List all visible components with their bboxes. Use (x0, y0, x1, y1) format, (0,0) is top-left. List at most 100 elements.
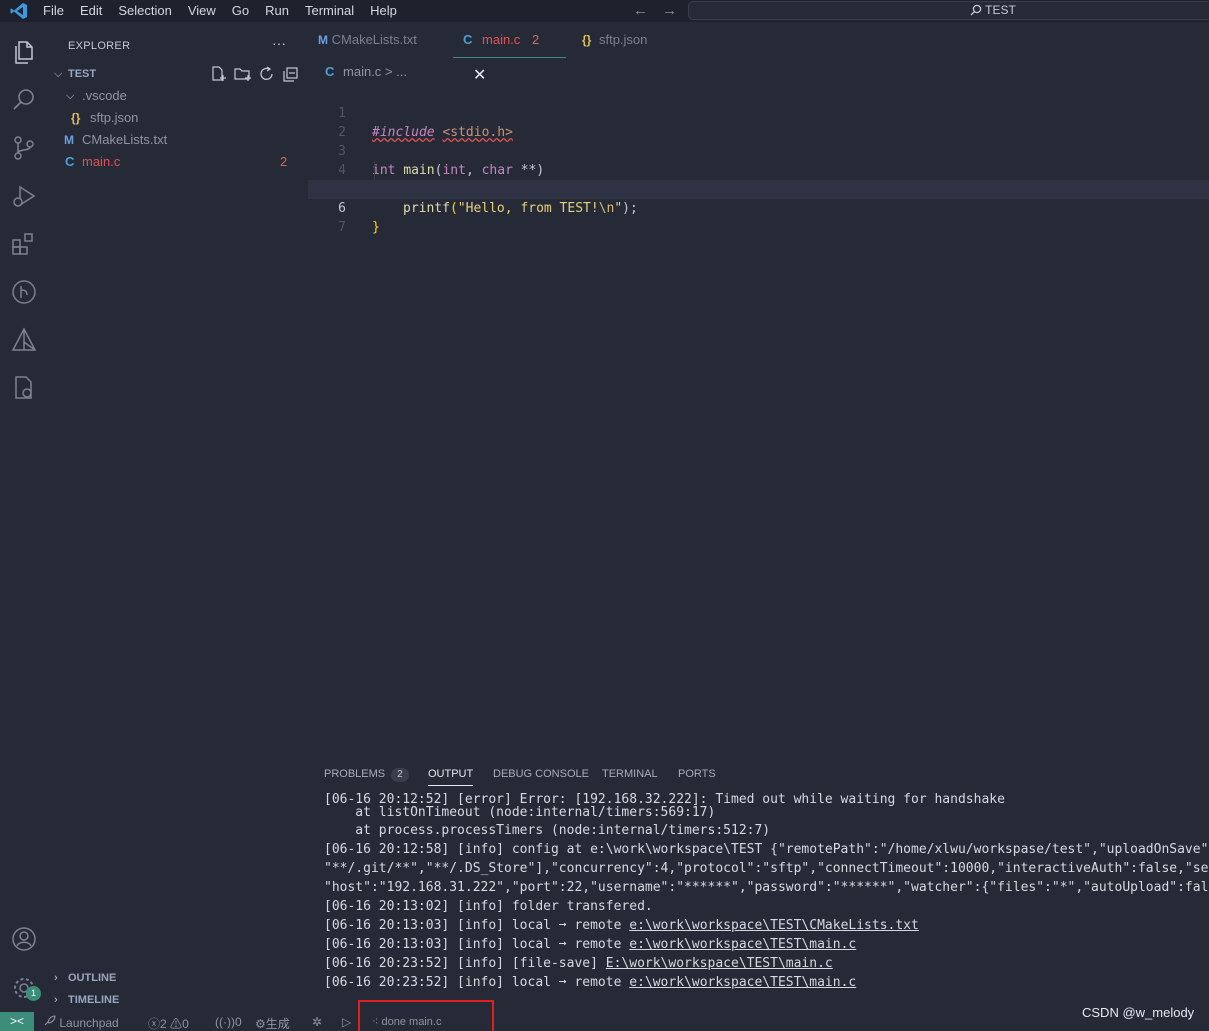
code-line: 3 int main(int, char **) (308, 123, 1209, 178)
output-text: [06-16 20:13:02] [info] folder transfere… (324, 899, 653, 914)
output-text: at listOnTimeout (node:internal/timers:5… (324, 805, 716, 820)
tab-label: sftp.json (598, 32, 648, 47)
c-file-icon: C (65, 154, 75, 169)
menu-help[interactable]: Help (370, 3, 397, 18)
navigation-arrows: ← → (633, 2, 687, 19)
output-line: [06-16 20:23:52] [info] [file-save] E:\w… (324, 954, 833, 973)
collapse-all-icon[interactable] (282, 66, 300, 82)
output-text: [06-16 20:13:03] [info] local ➞ remote (324, 937, 630, 952)
tree-item-vscode-folder[interactable]: ⌵ .vscode (48, 85, 308, 107)
tree-item-label: CMakeLists.txt (82, 132, 168, 147)
code-line: 4 { (308, 142, 1209, 197)
code-line: 2 (308, 104, 1209, 140)
tab-output[interactable]: OUTPUT (428, 768, 474, 786)
output-line: [06-16 20:12:58] [info] config at e:\wor… (324, 840, 1209, 859)
code-line: 7 (308, 199, 1209, 235)
output-line: at listOnTimeout (node:internal/timers:5… (324, 803, 715, 822)
line-number: 7 (338, 220, 346, 235)
tab-ports[interactable]: PORTS (678, 768, 716, 780)
tab-cmakelists[interactable]: M CMakeLists.txt (308, 22, 444, 58)
error-circle-icon: ⓧ (148, 1017, 161, 1031)
output-text: "**/.git/**","**/.DS_Store"],"concurrenc… (324, 861, 1209, 876)
menu-edit[interactable]: Edit (80, 3, 102, 18)
problems-count-badge: 2 (391, 768, 409, 782)
tab-problem-badge: 2 (531, 32, 540, 47)
explorer-sidebar: EXPLORER ··· ⌵ TEST ⌵ .vscode {} sftp.js… (48, 22, 308, 1012)
tab-debug-console[interactable]: DEBUG CONSOLE (493, 768, 589, 780)
rocket-icon (44, 1015, 56, 1026)
explorer-files-icon[interactable] (10, 38, 38, 66)
menu-view[interactable]: View (188, 3, 216, 18)
json-file-icon: {} (71, 111, 81, 125)
chevron-right-icon: › (54, 994, 58, 1006)
workspace-root-label: TEST (68, 68, 97, 80)
breadcrumb-file[interactable]: main.c (343, 64, 381, 79)
menu-go[interactable]: Go (232, 3, 249, 18)
tab-main-c[interactable]: C main.c 2 ✕ (453, 22, 566, 84)
tree-item-cmakelists[interactable]: M CMakeLists.txt (48, 129, 308, 151)
broadcast-icon: ((·)) (215, 1015, 235, 1029)
tree-item-label: .vscode (82, 88, 127, 103)
debug-icon[interactable]: ✲ (312, 1015, 322, 1029)
search-icon (970, 4, 982, 16)
code-line: 5 printf("Hello, from TEST!\n"); (308, 161, 1209, 216)
remote-indicator-icon[interactable]: >< (0, 1012, 34, 1031)
tree-item-label: sftp.json (90, 110, 139, 125)
git-graph-icon[interactable] (10, 278, 38, 306)
cmake-icon[interactable] (10, 326, 38, 354)
output-file-link[interactable]: E:\work\workspace\TEST\main.c (606, 956, 833, 971)
gear-icon: ⚙ (255, 1017, 266, 1031)
tree-item-sftp-json[interactable]: {} sftp.json (48, 107, 308, 129)
close-icon[interactable]: ✕ (473, 67, 486, 84)
menu-terminal[interactable]: Terminal (305, 3, 354, 18)
tab-problems[interactable]: PROBLEMS 2 (324, 768, 409, 782)
breadcrumb: C main.c > ... (325, 64, 407, 79)
code-line: 1 #include <stdio.h> (308, 85, 1209, 140)
output-line: [06-16 20:23:52] [info] local ➞ remote e… (324, 973, 856, 992)
tree-item-main-c[interactable]: C main.c 2 (48, 151, 308, 173)
command-center-search[interactable]: TEST (688, 1, 1209, 20)
output-file-link[interactable]: e:\work\workspace\TEST\CMakeLists.txt (629, 918, 919, 933)
launchpad-item[interactable]: Launchpad (43, 1015, 119, 1030)
ports-status[interactable]: ((·))0 (215, 1015, 242, 1029)
activity-bar: 1 (0, 22, 48, 1012)
error-count: 2 (160, 1017, 167, 1031)
timeline-section[interactable]: › TIMELINE (48, 989, 308, 1011)
title-bar: File Edit Selection View Go Run Terminal… (0, 0, 1209, 22)
problems-status[interactable]: ⓧ2 ⚠0 (148, 1015, 189, 1031)
output-file-link[interactable]: e:\work\workspace\TEST\main.c (629, 937, 856, 952)
build-status[interactable]: ⚙生成 (255, 1015, 290, 1031)
menu-run[interactable]: Run (265, 3, 289, 18)
code-editor[interactable]: 1 #include <stdio.h> 2 3 int main(int, c… (308, 84, 1209, 744)
breadcrumb-symbols[interactable]: ... (396, 64, 407, 79)
search-icon[interactable] (10, 86, 38, 114)
run-icon[interactable]: ▷ (342, 1015, 351, 1029)
tab-terminal[interactable]: TERMINAL (602, 768, 658, 780)
back-arrow-icon[interactable]: ← (633, 2, 648, 19)
output-line: "host":"192.168.31.222","port":22,"usern… (324, 878, 1209, 897)
source-control-icon[interactable] (10, 134, 38, 162)
forward-arrow-icon[interactable]: → (662, 2, 677, 19)
extensions-icon[interactable] (10, 230, 38, 258)
code-line-current: 6 } (308, 180, 1209, 235)
output-line: at process.processTimers (node:internal/… (324, 821, 770, 840)
run-debug-icon[interactable] (10, 182, 38, 210)
bottom-panel: PROBLEMS 2 OUTPUT DEBUG CONSOLE TERMINAL … (308, 762, 1209, 1012)
warning-count: 0 (182, 1017, 189, 1031)
output-text: [06-16 20:12:58] [info] config at e:\wor… (324, 842, 1209, 857)
tab-label: main.c (482, 32, 521, 47)
outline-section[interactable]: › OUTLINE (48, 967, 308, 989)
new-folder-icon[interactable] (234, 66, 252, 82)
warning-triangle-icon: ⚠ (170, 1017, 183, 1031)
timeline-title: TIMELINE (68, 994, 120, 1006)
accounts-icon[interactable] (10, 925, 38, 953)
remote-file-icon[interactable] (10, 374, 38, 402)
menu-file[interactable]: File (43, 3, 64, 18)
refresh-icon[interactable] (258, 66, 276, 82)
explorer-more-actions[interactable]: ··· (272, 35, 286, 51)
indent-guide (374, 161, 375, 180)
new-file-icon[interactable] (210, 66, 228, 82)
tab-sftp-json[interactable]: {} sftp.json (572, 22, 662, 58)
menu-selection[interactable]: Selection (118, 3, 171, 18)
output-file-link[interactable]: e:\work\workspace\TEST\main.c (629, 975, 856, 990)
